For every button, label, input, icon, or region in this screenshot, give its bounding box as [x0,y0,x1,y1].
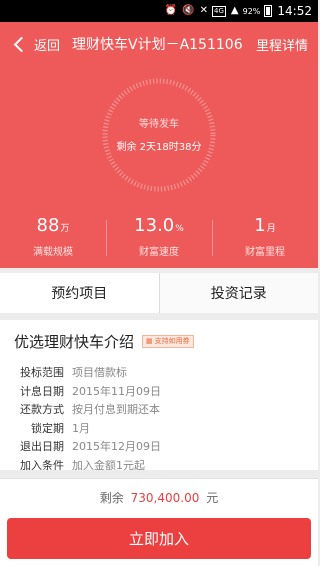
list-item: 投标范围 项目借款标 [0,363,318,382]
stat-label: 满载规模 [33,247,73,258]
row-label: 锁定期 [31,421,64,435]
back-label: 返回 [34,38,61,54]
list-item: 计息日期 2015年11月09日 [0,382,318,401]
network-icon: 4G [212,5,226,17]
stat-unit: 月 [266,224,276,234]
chevron-left-icon [13,36,30,52]
stat-unit: % [175,224,184,234]
tab-reserve-project[interactable]: 预约项目 [0,273,159,313]
stat-unit: 万 [60,224,70,234]
row-value: 按月付息到期还本 [72,403,160,417]
row-value: 2015年12月09日 [72,440,161,454]
stat-value: 88 [36,215,60,236]
countdown-ring [102,78,216,192]
stat-value: 1 [254,215,266,236]
remain-unit: 元 [206,491,219,505]
signal-icon: ▲ [230,5,239,16]
x-icon: ✕ [199,5,209,16]
stat-scale: 88万 满载规模 [0,214,106,258]
row-value: 加入金额1元起 [72,458,145,470]
row-label: 计息日期 [20,384,64,398]
page-title: 理财快车V计划－A151106 [72,37,243,53]
clock: 14:52 [277,4,312,18]
coupon-badge: ▦ 支持如用券 [142,335,194,348]
stat-label: 财富速度 [139,247,179,258]
status-bar: ⏰ 🔇 ✕ 4G ▲ 92% 14:52 [0,0,318,22]
tab-bar: 预约项目 投资记录 [0,273,318,313]
list-item: 加入条件 加入金额1元起 [0,456,318,470]
stats-row: 88万 满载规模 13.0% 财富速度 1月 财富里程 [0,214,318,258]
intro-rows: 投标范围 项目借款标 计息日期 2015年11月09日 还款方式 按月付息到期还本 锁… [0,363,318,470]
remaining-time: 剩余 2天18时38分 [116,142,202,153]
row-label: 还款方式 [20,403,64,417]
coupon-icon: ▦ [146,337,153,345]
remaining-amount-line: 剩余 730,400.00 元 [0,489,318,506]
battery-percent: 92% [242,6,261,16]
stat-value: 13.0 [134,215,175,236]
join-now-button[interactable]: 立即加入 [7,518,311,559]
mileage-details-link[interactable]: 里程详情 [253,34,308,54]
row-value: 1月 [72,421,90,435]
intro-title: 优选理财快车介绍 [14,333,135,351]
coupon-badge-label: 支持如用券 [154,337,190,345]
list-item: 锁定期 1月 [0,419,318,438]
stat-mileage: 1月 财富里程 [212,214,318,258]
remain-prefix: 剩余 [99,491,124,505]
list-item: 退出日期 2015年12月09日 [0,437,318,456]
tab-investment-records[interactable]: 投资记录 [158,273,318,313]
intro-card: 优选理财快车介绍 ▦ 支持如用券 投标范围 项目借款标 计息日期 2015年11月0… [0,320,318,470]
row-label: 投标范围 [20,366,64,380]
mute-icon: 🔇 [182,5,195,16]
remain-amount: 730,400.00 [130,491,200,505]
row-value: 2015年11月09日 [72,384,161,398]
ring-status: 等待发车 [139,119,179,130]
battery-icon [264,5,273,17]
stat-speed: 13.0% 财富速度 [106,214,212,258]
bottom-bar: 剩余 730,400.00 元 立即加入 [0,478,318,566]
alarm-icon: ⏰ [164,5,178,16]
list-item: 还款方式 按月付息到期还本 [0,400,318,419]
hero-panel: 返回 理财快车V计划－A151106 里程详情 等待发车 剩余 2天18时38分… [0,22,318,268]
row-label: 退出日期 [20,440,64,454]
row-label: 加入条件 [20,458,64,470]
back-button[interactable]: 返回 [0,35,62,54]
stat-label: 财富里程 [245,247,285,258]
row-value: 项目借款标 [72,366,127,380]
nav-bar: 返回 理财快车V计划－A151106 里程详情 [0,22,318,66]
intro-header: 优选理财快车介绍 ▦ 支持如用券 [14,331,194,352]
